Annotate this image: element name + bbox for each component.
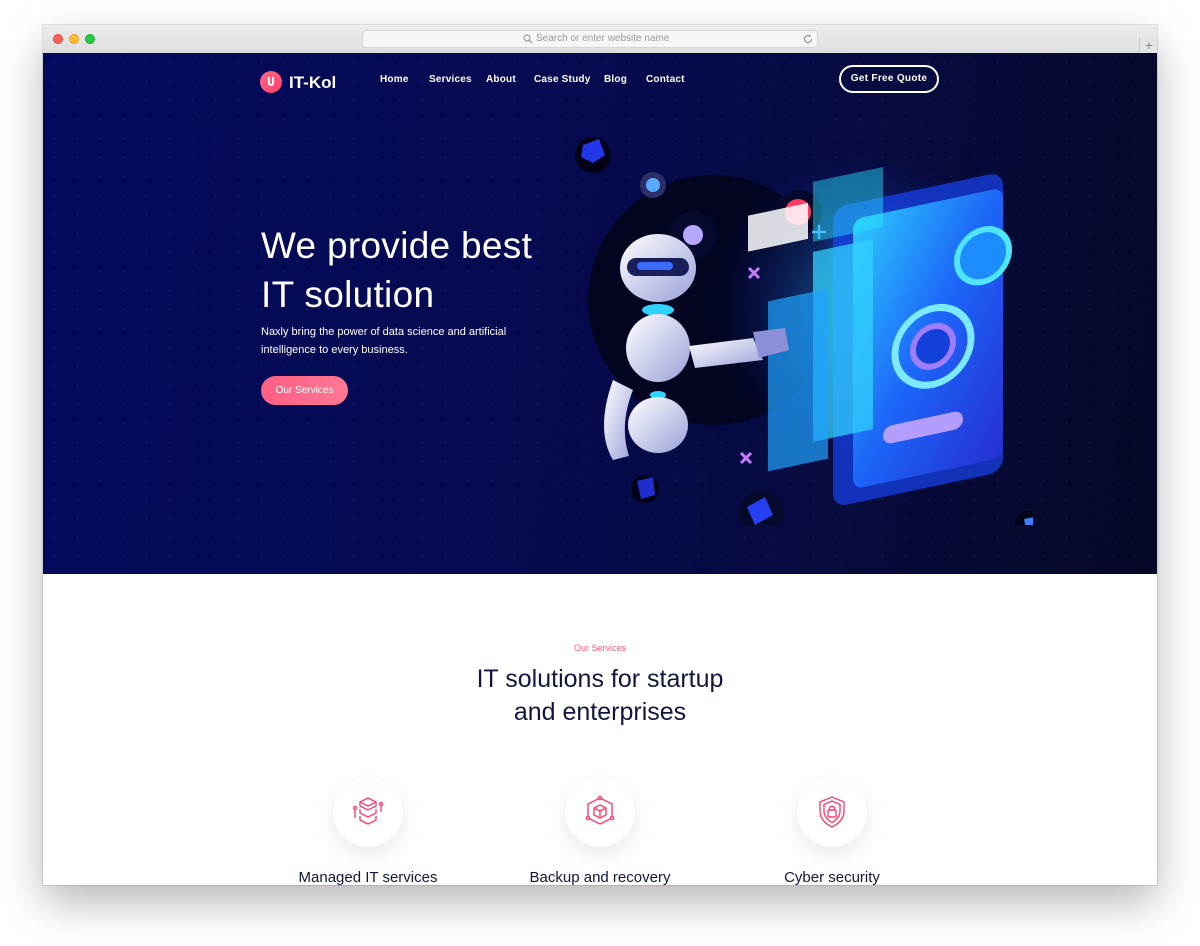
logo-mark-icon xyxy=(260,71,282,93)
nav-blog[interactable]: Blog xyxy=(604,74,627,85)
service-card-cyber-security[interactable]: Cyber security xyxy=(742,777,922,885)
hero-subtext-line-2: intelligence to every business. xyxy=(261,344,408,356)
services-title-line-2: and enterprises xyxy=(513,698,687,726)
shield-lock-icon xyxy=(819,796,845,828)
nav-contact[interactable]: Contact xyxy=(646,74,685,85)
maximize-window-button[interactable] xyxy=(85,34,95,44)
service-card-backup-recovery[interactable]: Backup and recovery xyxy=(510,777,690,885)
services-kicker: Our Services xyxy=(573,643,626,653)
reload-icon[interactable] xyxy=(803,34,813,44)
service-title-backup-recovery: Backup and recovery xyxy=(529,869,671,885)
logo-text: IT-Kol xyxy=(289,73,337,92)
service-title-managed-it: Managed IT services xyxy=(298,869,438,885)
service-card-managed-it[interactable]: Managed IT services xyxy=(278,777,458,885)
nav-case-study[interactable]: Case Study xyxy=(534,74,590,85)
hero-subtext: Naxly bring the power of data science an… xyxy=(261,323,551,359)
hero-headline-line-1: We provide best xyxy=(261,225,533,266)
services-title-line-1: IT solutions for startup xyxy=(476,665,724,693)
minimize-window-button[interactable] xyxy=(69,34,79,44)
services-section: Our Services IT solutions for startup an… xyxy=(43,574,1157,885)
hero-headline: We provide best IT solution xyxy=(261,221,581,319)
hero-subtext-line-1: Naxly bring the power of data science an… xyxy=(261,326,507,338)
robot-dashboard-illustration xyxy=(575,137,1033,525)
service-icon-wrapper xyxy=(797,777,867,847)
cube-network-icon xyxy=(585,795,615,825)
hero-section: IT-Kol Home Services About Case Study Bl… xyxy=(43,53,1157,574)
address-bar[interactable]: Search or enter website name xyxy=(362,30,818,48)
service-title-cyber-security: Cyber security xyxy=(784,869,880,885)
browser-titlebar: Search or enter website name + xyxy=(43,25,1157,54)
server-stack-icon xyxy=(352,797,384,825)
nav-about[interactable]: About xyxy=(486,74,516,85)
services-title: IT solutions for startup and enterprises xyxy=(400,663,800,729)
service-icon-wrapper xyxy=(565,777,635,847)
get-free-quote-button[interactable]: Get Free Quote xyxy=(839,65,939,93)
close-window-button[interactable] xyxy=(53,34,63,44)
nav-home[interactable]: Home xyxy=(380,74,409,85)
search-icon xyxy=(523,34,533,44)
nav-services[interactable]: Services xyxy=(429,74,472,85)
hero-headline-line-2: IT solution xyxy=(261,274,435,315)
our-services-button[interactable]: Our Services xyxy=(261,376,348,405)
service-icon-wrapper xyxy=(333,777,403,847)
new-tab-button[interactable]: + xyxy=(1139,37,1157,53)
address-placeholder: Search or enter website name xyxy=(536,33,670,44)
browser-window: Search or enter website name + IT-Kol Ho… xyxy=(43,25,1157,885)
